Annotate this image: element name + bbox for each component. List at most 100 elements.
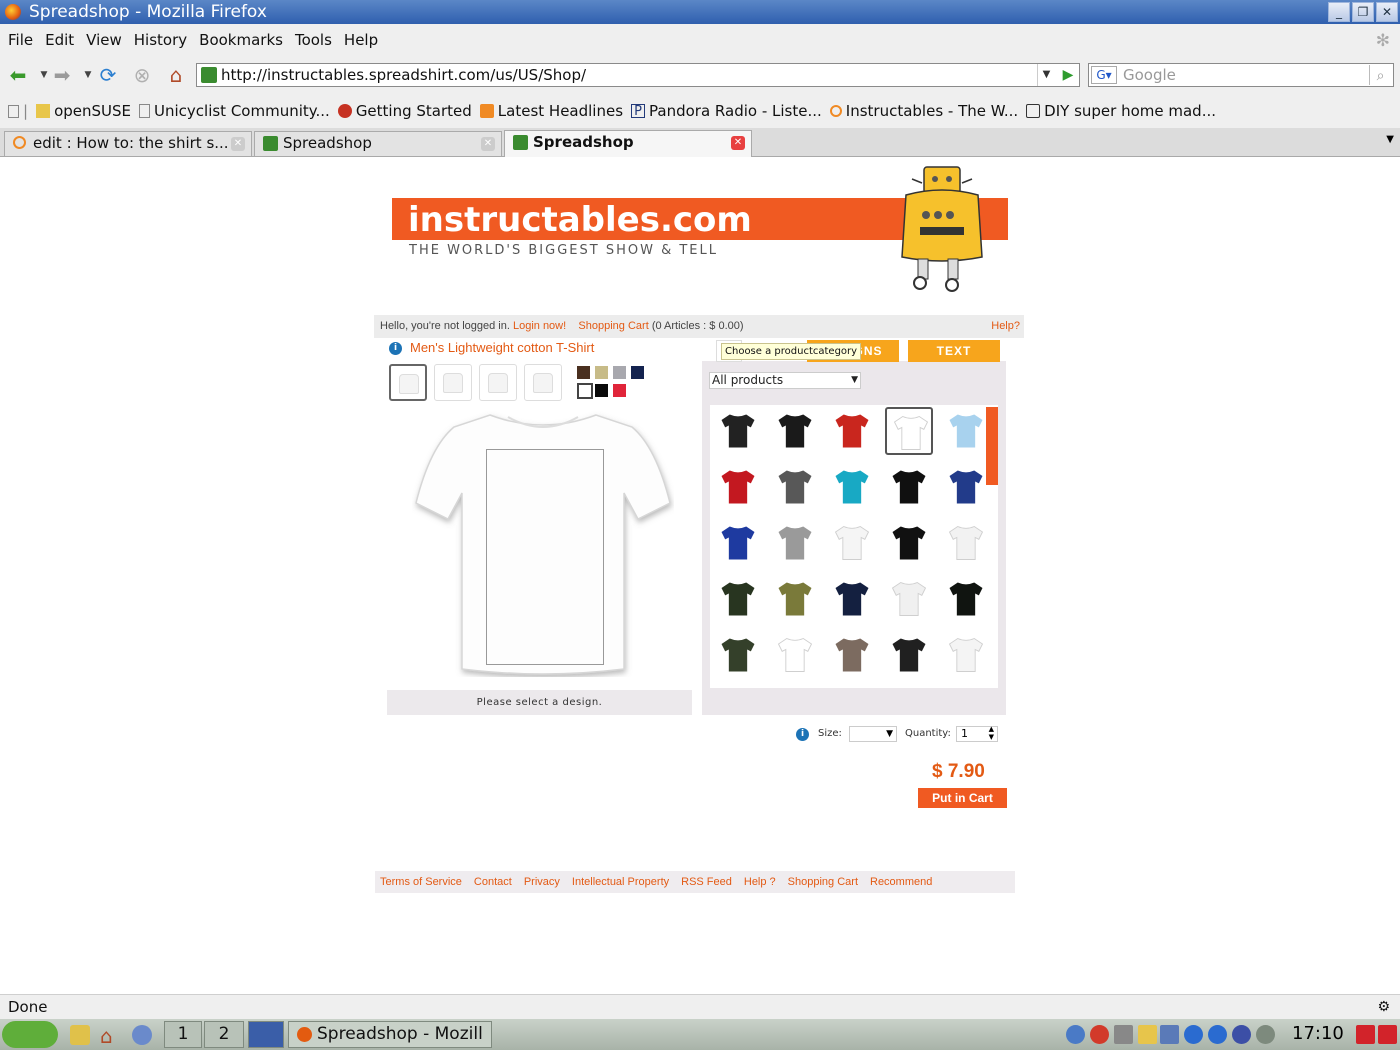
menu-help[interactable]: Help	[344, 31, 378, 49]
product-thumbnail[interactable]	[771, 631, 819, 679]
site-logo-text[interactable]: instructables.com	[408, 200, 752, 240]
view-right-thumb[interactable]	[524, 364, 562, 401]
menu-history[interactable]: History	[134, 31, 187, 49]
close-tab-icon[interactable]: ✕	[731, 136, 745, 150]
url-bar[interactable]: http://instructables.spreadshirt.com/us/…	[196, 63, 1080, 87]
network-signal-icon[interactable]	[1160, 1025, 1179, 1044]
menu-edit[interactable]: Edit	[45, 31, 74, 49]
firefox-launcher-icon[interactable]	[248, 1021, 284, 1048]
stop-icon[interactable]: ⊗	[130, 63, 154, 87]
product-thumbnail[interactable]	[885, 631, 933, 679]
color-swatch[interactable]	[631, 366, 644, 379]
search-box[interactable]: G▾ Google ⌕	[1088, 63, 1394, 87]
product-thumbnail[interactable]	[771, 519, 819, 567]
product-thumbnail[interactable]	[771, 463, 819, 511]
product-thumbnail[interactable]	[828, 575, 876, 623]
logout-icon[interactable]	[1356, 1025, 1375, 1044]
search-engine-icon[interactable]: G▾	[1091, 66, 1117, 84]
menu-file[interactable]: File	[8, 31, 33, 49]
kde-wallet-icon[interactable]	[1256, 1025, 1275, 1044]
bookmark-unicyclist[interactable]: Unicyclist Community...	[139, 102, 330, 120]
close-tab-icon[interactable]: ✕	[481, 137, 495, 151]
tab-text[interactable]: TEXT	[908, 340, 1000, 362]
color-swatch[interactable]	[613, 366, 626, 379]
product-info-icon[interactable]: i	[389, 342, 402, 355]
scrollbar-thumb[interactable]	[986, 407, 998, 485]
footer-recommend-link[interactable]: Recommend	[870, 876, 932, 888]
footer-privacy-link[interactable]: Privacy	[524, 876, 560, 888]
color-swatch[interactable]	[595, 366, 608, 379]
product-thumbnail[interactable]	[714, 463, 762, 511]
bookmark-page-icon[interactable]: |	[8, 102, 28, 120]
product-thumbnail[interactable]	[771, 575, 819, 623]
go-icon[interactable]: ▶	[1059, 66, 1077, 84]
size-info-icon[interactable]: i	[796, 728, 809, 741]
home-folder-icon[interactable]: ⌂	[100, 1024, 113, 1048]
footer-help-link[interactable]: Help ?	[744, 876, 776, 888]
color-swatch[interactable]	[595, 384, 608, 397]
put-in-cart-button[interactable]: Put in Cart	[918, 788, 1007, 808]
footer-contact-link[interactable]: Contact	[474, 876, 512, 888]
stepper-arrows-icon[interactable]: ▲ ▼	[989, 725, 994, 741]
print-area-box[interactable]	[486, 449, 604, 665]
menu-tools[interactable]: Tools	[295, 31, 332, 49]
url-dropdown-icon[interactable]: ▼	[1037, 64, 1055, 86]
bookmark-diy[interactable]: DIY super home mad...	[1026, 102, 1216, 120]
bookmark-pandora[interactable]: P Pandora Radio - Liste...	[631, 102, 822, 120]
bookmark-instructables[interactable]: Instructables - The W...	[829, 102, 1018, 120]
login-link[interactable]: Login now!	[513, 320, 566, 332]
product-thumbnail[interactable]	[942, 463, 986, 511]
bookmark-opensuse[interactable]: openSUSE	[36, 102, 131, 120]
konqueror-icon[interactable]	[132, 1025, 152, 1045]
network-manager-icon[interactable]	[1184, 1025, 1203, 1044]
footer-cart-link[interactable]: Shopping Cart	[788, 876, 858, 888]
hp-printer-icon[interactable]	[1232, 1025, 1251, 1044]
bookmark-latest-headlines[interactable]: Latest Headlines	[479, 102, 623, 120]
product-thumbnail[interactable]	[942, 631, 986, 679]
battery-icon[interactable]	[1114, 1025, 1133, 1044]
back-icon[interactable]: ⬅	[6, 63, 30, 87]
tab-edit-instructable[interactable]: edit : How to: the shirt s... ✕	[4, 131, 252, 156]
help-tray-icon[interactable]	[1208, 1025, 1227, 1044]
product-thumbnail[interactable]	[828, 407, 876, 455]
view-front-thumb[interactable]	[389, 364, 427, 401]
desktop-1-button[interactable]: 1	[164, 1021, 202, 1048]
product-thumbnail[interactable]	[828, 463, 876, 511]
product-thumbnail[interactable]	[885, 407, 933, 455]
tab-spreadshop-1[interactable]: Spreadshop ✕	[254, 131, 502, 156]
footer-ip-link[interactable]: Intellectual Property	[572, 876, 669, 888]
category-select[interactable]: All products ▼	[709, 372, 861, 389]
product-thumbnail[interactable]	[942, 407, 986, 455]
product-thumbnail[interactable]	[942, 575, 986, 623]
color-swatch[interactable]	[577, 383, 593, 399]
update-icon[interactable]	[1090, 1025, 1109, 1044]
product-thumbnail[interactable]	[885, 463, 933, 511]
desktop-2-button[interactable]: 2	[204, 1021, 244, 1048]
view-back-thumb[interactable]	[434, 364, 472, 401]
reload-icon[interactable]: ⟳	[96, 63, 120, 87]
product-thumbnail[interactable]	[828, 631, 876, 679]
product-thumbnail[interactable]	[885, 575, 933, 623]
color-swatch[interactable]	[577, 366, 590, 379]
volume-icon[interactable]	[1066, 1025, 1085, 1044]
taskbar-window-spreadshop[interactable]: Spreadshop - Mozill	[288, 1021, 492, 1048]
color-swatch[interactable]	[613, 384, 626, 397]
home-icon[interactable]: ⌂	[164, 63, 188, 87]
view-left-thumb[interactable]	[479, 364, 517, 401]
close-window-button[interactable]: ✕	[1376, 2, 1398, 22]
product-thumbnail[interactable]	[942, 519, 986, 567]
product-thumbnail[interactable]	[885, 519, 933, 567]
maximize-button[interactable]: ❐	[1352, 2, 1374, 22]
product-thumbnail[interactable]	[771, 407, 819, 455]
product-thumbnail[interactable]	[714, 519, 762, 567]
lock-screen-icon[interactable]	[1378, 1025, 1397, 1044]
tab-list-icon[interactable]: ▼	[1386, 134, 1394, 145]
search-icon[interactable]: ⌕	[1369, 65, 1391, 85]
tab-spreadshop-active[interactable]: Spreadshop ✕	[504, 130, 752, 157]
product-thumbnail[interactable]	[714, 575, 762, 623]
product-thumbnail[interactable]	[714, 407, 762, 455]
footer-rss-link[interactable]: RSS Feed	[681, 876, 732, 888]
quantity-stepper[interactable]: 1 ▲ ▼	[956, 725, 998, 742]
forward-icon[interactable]: ➡	[50, 63, 74, 87]
menu-view[interactable]: View	[86, 31, 122, 49]
